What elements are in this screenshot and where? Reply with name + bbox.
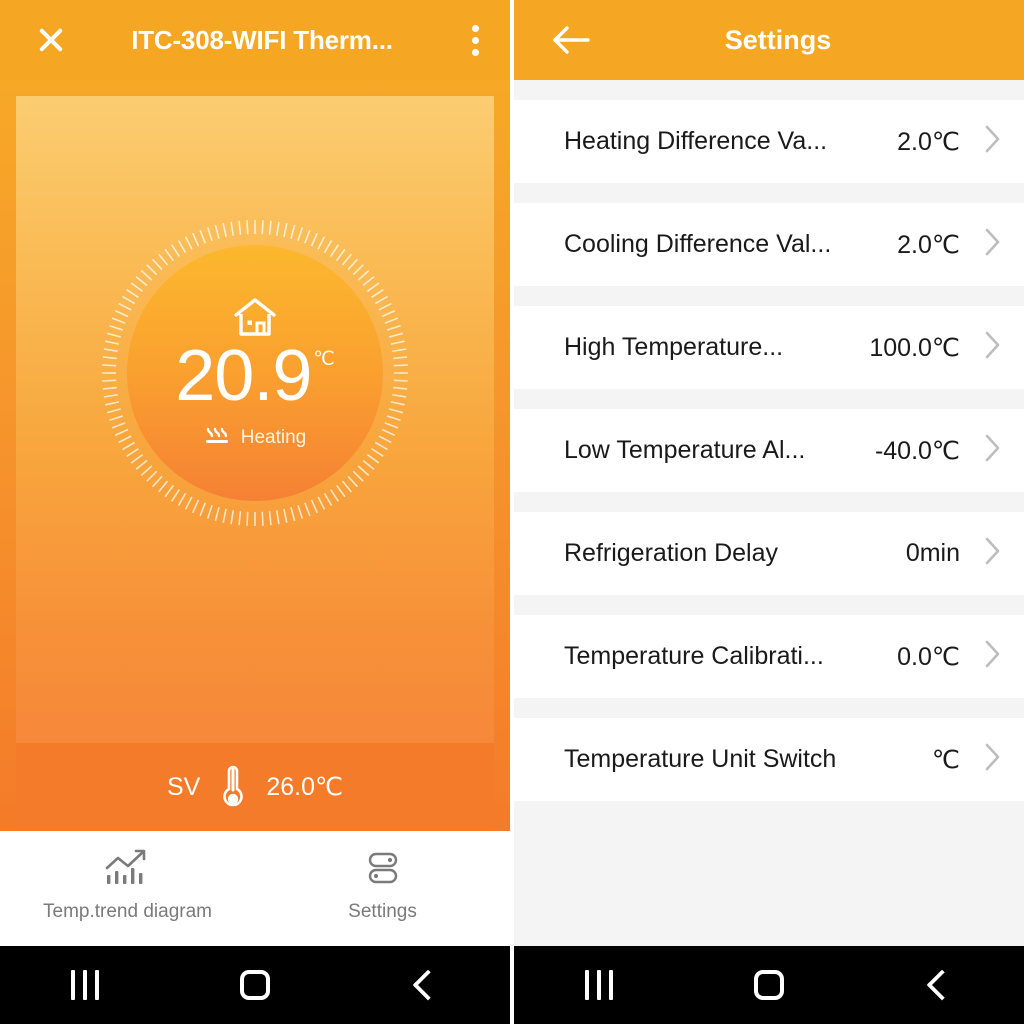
tab-label-settings: Settings bbox=[348, 901, 417, 922]
settings-row-value: -40.0℃ bbox=[874, 436, 960, 465]
trend-chart-icon bbox=[105, 849, 145, 884]
recents-icon bbox=[71, 970, 99, 1000]
tab-temp-trend-diagram[interactable]: Temp.trend diagram bbox=[0, 847, 255, 923]
back-button[interactable] bbox=[390, 960, 460, 1010]
device-body: 20.9 ℃ Heating SV 26.0℃ bbox=[0, 80, 510, 831]
android-navbar-left bbox=[0, 946, 510, 1024]
android-navbar-right bbox=[514, 946, 1024, 1024]
settings-row-separator bbox=[514, 698, 1024, 718]
settings-row-value: 2.0℃ bbox=[897, 127, 960, 156]
home-button-icon bbox=[754, 970, 784, 1000]
chevron-right-icon bbox=[984, 124, 1004, 159]
settings-row-label: Heating Difference Va... bbox=[564, 127, 828, 155]
tab-label-temp-trend-diagram: Temp.trend diagram bbox=[43, 901, 212, 922]
settings-row-value: 0.0℃ bbox=[897, 642, 960, 671]
mode-indicator: Heating bbox=[204, 426, 307, 450]
close-icon[interactable] bbox=[34, 23, 68, 57]
chevron-right-icon bbox=[984, 536, 1004, 571]
setpoint-value: 26.0℃ bbox=[266, 773, 344, 801]
settings-row[interactable]: Temperature Unit Switch ℃ bbox=[514, 718, 1024, 801]
settings-row-value: ℃ bbox=[931, 745, 960, 774]
heating-icon bbox=[205, 427, 228, 444]
chevron-right-icon bbox=[984, 639, 1004, 674]
thermometer-icon bbox=[223, 765, 244, 807]
recents-button[interactable] bbox=[50, 960, 120, 1010]
settings-row-value: 2.0℃ bbox=[897, 230, 960, 259]
settings-row[interactable]: Temperature Calibrati... 0.0℃ bbox=[514, 615, 1024, 698]
settings-row-label: Refrigeration Delay bbox=[564, 539, 778, 567]
temperature-unit: ℃ bbox=[313, 348, 335, 370]
settings-row-separator bbox=[514, 801, 1024, 821]
settings-list: Heating Difference Va... 2.0℃ Cooling Diff… bbox=[514, 80, 1024, 1024]
temperature-card: 20.9 ℃ Heating SV 26.0℃ bbox=[16, 96, 494, 831]
device-header: ITC-308-WIFI Therm... bbox=[0, 0, 510, 80]
setpoint-label: SV bbox=[166, 772, 201, 801]
temperature-value: 20.9 bbox=[175, 335, 312, 416]
back-button-icon bbox=[412, 969, 444, 1001]
chevron-right-icon bbox=[984, 330, 1004, 365]
settings-title: Settings bbox=[724, 24, 832, 55]
settings-row-separator bbox=[514, 595, 1024, 615]
home-button[interactable] bbox=[734, 960, 804, 1010]
settings-row-separator bbox=[514, 80, 1024, 100]
settings-row-separator bbox=[514, 492, 1024, 512]
settings-header: Settings bbox=[514, 0, 1024, 80]
settings-panel: Settings Heating Difference Va... 2.0℃ Coo… bbox=[514, 0, 1024, 1024]
recents-icon bbox=[585, 970, 613, 1000]
temperature-dial[interactable]: 20.9 ℃ Heating bbox=[100, 218, 410, 528]
settings-row-value: 100.0℃ bbox=[869, 333, 960, 362]
settings-row[interactable]: Heating Difference Va... 2.0℃ bbox=[514, 100, 1024, 183]
settings-row-label: Temperature Calibrati... bbox=[564, 642, 824, 670]
chevron-right-icon bbox=[984, 227, 1004, 262]
settings-row-value: 0min bbox=[905, 539, 960, 567]
sliders-icon bbox=[368, 852, 397, 884]
arrow-left-icon[interactable] bbox=[552, 24, 592, 56]
tab-settings[interactable]: Settings bbox=[255, 847, 510, 923]
settings-row[interactable]: High Temperature... 100.0℃ bbox=[514, 306, 1024, 389]
device-panel: ITC-308-WIFI Therm... 20.9 ℃ Heating SV … bbox=[0, 0, 510, 1024]
back-button-icon bbox=[926, 969, 958, 1001]
home-icon bbox=[234, 298, 276, 336]
back-button[interactable] bbox=[904, 960, 974, 1010]
settings-row[interactable]: Refrigeration Delay 0min bbox=[514, 512, 1024, 595]
settings-row[interactable]: Cooling Difference Val... 2.0℃ bbox=[514, 203, 1024, 286]
dial-circle: 20.9 ℃ Heating bbox=[127, 245, 383, 501]
dual-phone-screenshot: ITC-308-WIFI Therm... 20.9 ℃ Heating SV … bbox=[0, 0, 1024, 1024]
settings-row-separator bbox=[514, 183, 1024, 203]
recents-button[interactable] bbox=[564, 960, 634, 1010]
settings-row-label: High Temperature... bbox=[564, 333, 784, 361]
temperature-readout: 20.9 ℃ bbox=[175, 335, 335, 416]
device-title: ITC-308-WIFI Therm... bbox=[131, 24, 393, 55]
more-vertical-icon[interactable] bbox=[462, 23, 488, 57]
setpoint-bar[interactable]: SV 26.0℃ bbox=[16, 743, 494, 831]
settings-row-separator bbox=[514, 389, 1024, 409]
settings-row[interactable]: Low Temperature Al... -40.0℃ bbox=[514, 409, 1024, 492]
settings-row-label: Cooling Difference Val... bbox=[564, 230, 832, 258]
mode-label: Heating bbox=[240, 427, 307, 449]
settings-row-label: Temperature Unit Switch bbox=[564, 745, 837, 773]
home-button[interactable] bbox=[220, 960, 290, 1010]
home-button-icon bbox=[240, 970, 270, 1000]
settings-row-separator bbox=[514, 286, 1024, 306]
chevron-right-icon bbox=[984, 742, 1004, 777]
settings-row-label: Low Temperature Al... bbox=[564, 436, 806, 464]
chevron-right-icon bbox=[984, 433, 1004, 468]
